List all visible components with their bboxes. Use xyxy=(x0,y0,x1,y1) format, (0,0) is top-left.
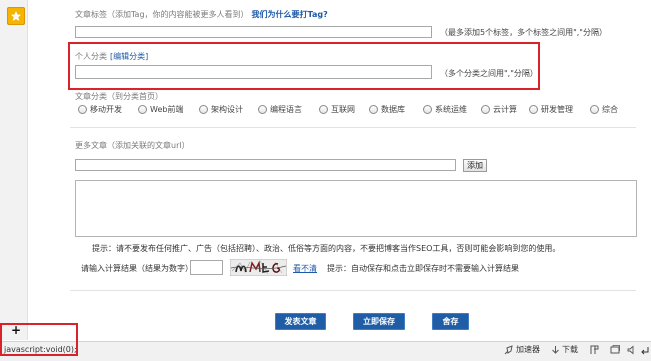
category-option-mobile[interactable]: 移动开发 xyxy=(78,104,122,115)
category-option-rd-management[interactable]: 研发管理 xyxy=(529,104,573,115)
radio-label: 互联网 xyxy=(331,105,355,114)
volume-button[interactable] xyxy=(627,345,637,357)
publish-button[interactable]: 发表文章 xyxy=(275,313,326,330)
captcha-input[interactable] xyxy=(190,260,223,275)
captcha-image[interactable] xyxy=(229,258,288,277)
radio-label: 系统运维 xyxy=(435,105,467,114)
edit-category-link[interactable]: [编辑分类] xyxy=(110,52,148,61)
category-option-programming[interactable]: 编程语言 xyxy=(258,104,302,115)
radio-button[interactable] xyxy=(258,105,267,114)
radio-label: Web前端 xyxy=(150,105,184,114)
radio-label: 研发管理 xyxy=(541,105,573,114)
tags-input[interactable] xyxy=(75,26,432,38)
category-option-architecture[interactable]: 架构设计 xyxy=(199,104,243,115)
radio-button[interactable] xyxy=(369,105,378,114)
add-url-button[interactable]: 添加 xyxy=(463,159,487,172)
category-option-ops[interactable]: 系统运维 xyxy=(423,104,467,115)
radio-label: 编程语言 xyxy=(270,105,302,114)
window-icon xyxy=(610,345,620,354)
content-policy-notice: 提示：请不要发布任何推广、广告（包括招聘）、政治、低俗等方面的内容，不要把博客当… xyxy=(92,244,561,253)
radio-button[interactable] xyxy=(78,105,87,114)
category-option-general[interactable]: 综合 xyxy=(590,104,618,115)
save-now-button[interactable]: 立即保存 xyxy=(353,313,405,330)
section-divider xyxy=(70,127,636,128)
personal-category-input[interactable] xyxy=(75,65,432,79)
tags-label: 文章标签（添加Tag，你的内容能被更多人看到） xyxy=(75,10,249,19)
return-button[interactable] xyxy=(640,346,649,357)
status-url-highlight xyxy=(0,323,78,356)
captcha-hint: 提示：自动保存和点击立即保存时不需要输入计算结果 xyxy=(327,264,519,273)
category-option-database[interactable]: 数据库 xyxy=(369,104,405,115)
radio-button[interactable] xyxy=(423,105,432,114)
radio-label: 数据库 xyxy=(381,105,405,114)
panel-icon xyxy=(590,345,599,354)
related-articles-textarea[interactable] xyxy=(75,180,637,237)
panel-button[interactable] xyxy=(590,345,600,357)
refresh-captcha-link[interactable]: 看不清 xyxy=(293,264,317,274)
radio-button[interactable] xyxy=(481,105,490,114)
favorite-button[interactable] xyxy=(7,7,25,25)
captcha-label: 请输入计算结果（结果为数字） xyxy=(81,264,193,273)
radio-button[interactable] xyxy=(529,105,538,114)
download-button[interactable]: 下载 xyxy=(551,345,578,355)
personal-category-label-row: 个人分类 [编辑分类] xyxy=(75,51,148,62)
actions-divider xyxy=(70,290,636,291)
window-button[interactable] xyxy=(610,345,620,357)
category-option-cloud[interactable]: 云计算 xyxy=(481,104,517,115)
related-url-input[interactable] xyxy=(75,159,456,171)
discard-button[interactable]: 舍存 xyxy=(432,313,469,330)
radio-button[interactable] xyxy=(590,105,599,114)
why-tag-link[interactable]: 我们为什么要打Tag? xyxy=(252,10,328,19)
download-label: 下载 xyxy=(562,345,578,354)
return-icon xyxy=(641,347,649,355)
tags-label-row: 文章标签（添加Tag，你的内容能被更多人看到） 我们为什么要打Tag? xyxy=(75,9,328,20)
captcha-picture xyxy=(229,258,288,277)
radio-button[interactable] xyxy=(319,105,328,114)
radio-label: 云计算 xyxy=(493,105,517,114)
radio-button[interactable] xyxy=(138,105,147,114)
download-icon xyxy=(552,346,559,354)
tags-hint: （最多添加5个标签，多个标签之间用","分隔） xyxy=(440,28,607,37)
accelerator-button[interactable]: 加速器 xyxy=(504,345,540,355)
article-category-label: 文章分类（到分类首页） xyxy=(75,92,163,101)
category-option-internet[interactable]: 互联网 xyxy=(319,104,355,115)
more-articles-label: 更多文章（添加关联的文章url） xyxy=(75,141,190,150)
personal-category-label: 个人分类 xyxy=(75,52,107,61)
category-option-web[interactable]: Web前端 xyxy=(138,104,183,115)
radio-label: 移动开发 xyxy=(90,105,122,114)
star-icon xyxy=(11,11,21,21)
volume-icon xyxy=(627,345,634,355)
radio-label: 架构设计 xyxy=(211,105,243,114)
accelerator-icon xyxy=(504,345,513,355)
accelerator-label: 加速器 xyxy=(516,345,540,354)
left-panel xyxy=(0,0,28,340)
radio-button[interactable] xyxy=(199,105,208,114)
personal-category-hint: （多个分类之间用","分隔） xyxy=(440,69,538,78)
radio-label: 综合 xyxy=(602,105,618,114)
